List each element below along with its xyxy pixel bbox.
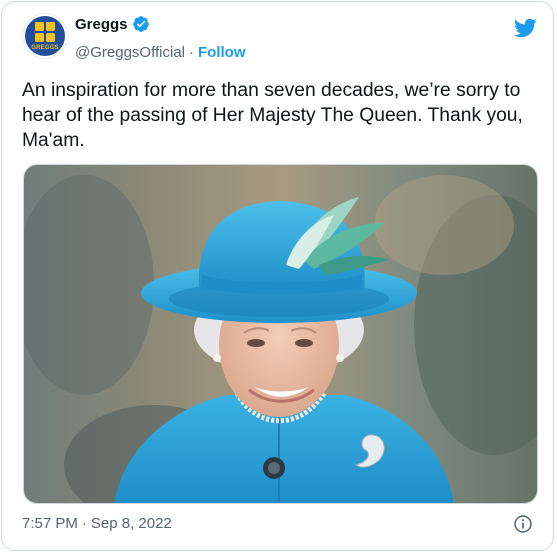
- tweet-date: Sep 8, 2022: [90, 515, 172, 532]
- separator-dot: ·: [189, 44, 194, 61]
- timestamp-separator: ·: [81, 515, 87, 532]
- author-name-row: Greggs: [75, 15, 150, 33]
- tweet-card: GREGGS Greggs @GreggsOfficial · Follow A…: [1, 1, 554, 551]
- display-name[interactable]: Greggs: [75, 16, 128, 33]
- queen-portrait-image: [24, 165, 537, 503]
- avatar[interactable]: GREGGS: [22, 13, 68, 59]
- handle-row: @GreggsOfficial · Follow: [75, 44, 246, 61]
- info-icon[interactable]: [513, 514, 533, 534]
- twitter-bird-icon[interactable]: [513, 16, 537, 40]
- handle[interactable]: @GreggsOfficial: [75, 44, 185, 61]
- follow-button[interactable]: Follow: [198, 44, 246, 61]
- verified-badge-icon: [132, 16, 149, 32]
- avatar-logo-text: GREGGS: [31, 45, 59, 51]
- tweet-photo[interactable]: [23, 164, 538, 504]
- greggs-logo: GREGGS: [25, 16, 65, 56]
- tweet-time: 7:57 PM: [22, 515, 78, 532]
- timestamp[interactable]: 7:57 PM · Sep 8, 2022: [22, 515, 172, 532]
- tweet-text: An inspiration for more than seven decad…: [22, 80, 523, 151]
